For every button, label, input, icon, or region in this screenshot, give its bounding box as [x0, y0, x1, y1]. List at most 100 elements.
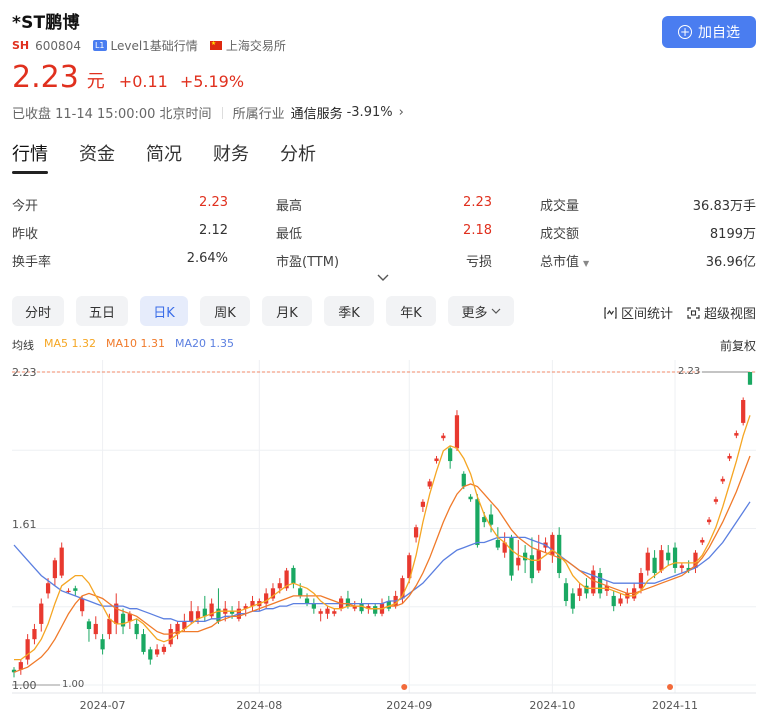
add-watchlist-label: 加自选 [698, 25, 740, 41]
add-watchlist-button[interactable]: + 加自选 [662, 16, 756, 48]
candle-body [468, 496, 473, 500]
candle-body [345, 598, 351, 607]
tab-analysis[interactable]: 分析 [280, 140, 316, 166]
candle-body [413, 527, 419, 538]
industry-link[interactable]: 通信服务 [291, 103, 343, 122]
stat-label: 换手率 [12, 254, 52, 270]
candle-body [420, 501, 426, 507]
period-weekly-k[interactable]: 周K [200, 296, 250, 326]
candle-body [475, 499, 480, 546]
candle-body [441, 435, 446, 439]
y-axis-label: 1.00 [12, 679, 37, 692]
candle-body [700, 539, 705, 543]
x-axis-label: 2024-09 [386, 699, 432, 712]
candle-body [86, 621, 92, 630]
candle-body [713, 499, 719, 502]
stat-label: 成交量 [540, 198, 580, 214]
high-price-tag: 2.23 [678, 366, 700, 377]
candle-body [563, 583, 569, 602]
stat-label: 市盈(TTM) [276, 254, 340, 270]
y-axis-label: 2.23 [12, 366, 37, 379]
candle-body [638, 573, 644, 589]
candle-body [516, 557, 521, 566]
candle-body [100, 639, 105, 650]
candle-body [741, 399, 746, 423]
candle-body [291, 567, 296, 584]
market-cap-label[interactable]: 总市值 ▼ [540, 251, 589, 270]
candle-body [611, 595, 616, 607]
ma10-legend: MA10 1.31 [106, 337, 166, 350]
ma-legend: 均线 MA5 1.32 MA10 1.31 MA20 1.35 [12, 337, 244, 353]
candle-body [45, 583, 51, 594]
stat-value: 2.23 [463, 194, 492, 210]
super-view-button[interactable]: 超级视图 [687, 303, 756, 322]
tab-finance[interactable]: 财务 [213, 140, 249, 166]
stock-name: *ST鹏博 [12, 13, 80, 33]
x-axis-label: 2024-10 [529, 699, 575, 712]
candle-body [134, 623, 139, 635]
candle-body [311, 603, 316, 609]
stat-value: 36.96亿 [705, 254, 756, 270]
candle-body [448, 448, 453, 462]
period-more[interactable]: 更多 [448, 296, 514, 326]
price-change: +0.11 [118, 72, 168, 91]
candle-body [495, 539, 500, 548]
tab-quote[interactable]: 行情 [12, 140, 48, 174]
ma5-line [14, 415, 751, 661]
candle-body [550, 534, 555, 556]
candle-body [52, 560, 58, 579]
stock-code: 600804 [35, 38, 81, 53]
stat-value: 8199万 [709, 226, 756, 242]
candle-body [73, 588, 78, 591]
candle-body [454, 415, 460, 449]
x-axis-label: 2024-11 [652, 699, 698, 712]
stat-value: 2.23 [199, 194, 228, 210]
kline-chart[interactable]: 2.23 1.61 1.00 2.23 1.00 2024-07 2024-08 2024-0… [0, 360, 774, 714]
current-price: 2.23 [12, 60, 79, 95]
market-status: 已收盘 11-14 15:00:00 北京时间 [12, 107, 212, 122]
candle-body [25, 639, 30, 660]
stat-label: 最低 [276, 226, 303, 242]
tab-profile[interactable]: 简况 [146, 140, 182, 166]
expand-chevron-icon[interactable] [377, 272, 389, 284]
stat-value: 2.18 [463, 222, 492, 238]
period-monthly-k[interactable]: 月K [262, 296, 312, 326]
candle-body [706, 519, 712, 523]
tab-funds[interactable]: 资金 [79, 140, 115, 166]
candle-body [679, 565, 684, 568]
period-yearly-k[interactable]: 年K [386, 296, 436, 326]
period-intraday[interactable]: 分时 [12, 296, 64, 326]
candle-body [509, 537, 514, 576]
price-unit: 元 [86, 71, 105, 92]
industry-pct: -3.91% [346, 105, 393, 120]
caret-down-icon: ▼ [583, 258, 590, 268]
china-flag-icon [209, 40, 222, 50]
candle-body [461, 473, 466, 487]
period-5day[interactable]: 五日 [76, 296, 128, 326]
event-marker-dot [667, 684, 674, 690]
chevron-right-icon[interactable]: › [399, 105, 404, 120]
candle-body [298, 588, 303, 596]
candle-body [93, 623, 98, 635]
candle-body [727, 455, 732, 459]
candle-body [652, 557, 657, 574]
candle-body [570, 593, 575, 609]
candle-body [618, 598, 623, 604]
period-daily-k[interactable]: 日K [140, 296, 188, 326]
ma20-line [13, 501, 751, 623]
stat-label: 总市值 [540, 254, 580, 270]
period-quarterly-k[interactable]: 季K [324, 296, 374, 326]
candle-body [59, 547, 64, 576]
range-stats-button[interactable]: 区间统计 [604, 303, 673, 322]
stat-value: 2.12 [199, 222, 228, 238]
y-axis-label: 1.61 [12, 518, 37, 531]
candle-body [747, 372, 753, 385]
stat-value: 亏损 [465, 254, 492, 270]
level-text: Level1基础行情 [110, 39, 198, 53]
candle-body [645, 552, 650, 571]
adjust-mode-button[interactable]: 前复权 [720, 337, 756, 354]
stat-label: 最高 [276, 198, 303, 214]
level1-badge-icon: L1 [92, 40, 107, 51]
range-stats-icon [604, 306, 617, 319]
candle-body [168, 629, 173, 645]
